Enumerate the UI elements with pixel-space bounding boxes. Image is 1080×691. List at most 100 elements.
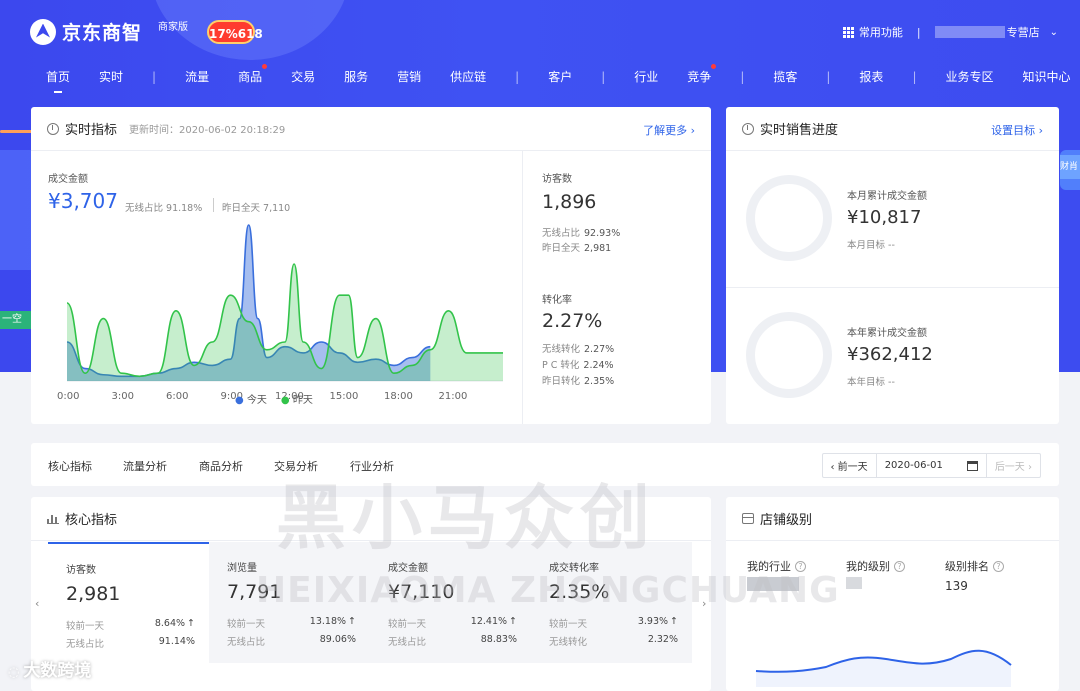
x-tick-label: 15:00 — [330, 391, 359, 402]
visitors-yesterday: 昨日全天 2,981 — [542, 243, 612, 254]
tab-product-analysis[interactable]: 商品分析 — [199, 458, 243, 474]
rank-label: 级别排名 — [945, 560, 989, 573]
common-functions-link[interactable]: 常用功能 — [859, 24, 903, 40]
prev-metrics-arrow[interactable]: ‹ — [35, 597, 39, 610]
side-tab-left[interactable]: 一空 — [0, 311, 31, 329]
nav-item[interactable]: 实时 — [99, 68, 123, 85]
metric-row-label: 无线占比 — [388, 637, 427, 648]
metric-tile[interactable]: 访客数 2,981 较前一天 8.64% ↑ 无线占比 91.14% — [48, 542, 209, 663]
date-field[interactable]: 2020-06-01 — [877, 454, 987, 477]
realtime-trend-chart[interactable]: 0:00 3:00 6:00 9:00 12:00 15:00 18:00 21:00 — [53, 217, 513, 417]
clock-icon — [47, 122, 59, 135]
bar-chart-icon — [47, 513, 59, 524]
help-icon[interactable]: ? — [795, 561, 806, 572]
next-day-button[interactable]: 后一天 › — [987, 454, 1040, 477]
metric-tile[interactable]: 成交转化率 2.35% 较前一天 3.93% ↑ 无线转化 2.32% — [531, 542, 692, 663]
divider: | — [916, 25, 921, 39]
shop-name-suffix[interactable]: 专营店 — [1007, 24, 1040, 40]
metric-tile[interactable]: 成交金额 ¥7,110 较前一天 12.41% ↑ 无线占比 88.83% — [370, 542, 531, 663]
nav-item[interactable]: 竞争 — [687, 64, 717, 85]
legend-today[interactable]: ● 今天 — [235, 391, 267, 406]
conversion-yesterday: 昨日转化 2.35% — [542, 376, 615, 387]
metric-value: 2,981 — [66, 583, 121, 605]
legend-yesterday[interactable]: ● 昨天 — [281, 391, 313, 406]
metric-row-value: 89.06% — [319, 634, 356, 645]
nav-divider: | — [826, 69, 831, 84]
nav-item[interactable]: 供应链 — [450, 68, 486, 85]
next-metrics-arrow[interactable]: › — [702, 597, 706, 610]
nav-item[interactable]: 服务 — [344, 68, 368, 85]
set-goal-link[interactable]: 设置目标 › — [991, 122, 1043, 138]
learn-more-link[interactable]: 了解更多 › — [643, 122, 695, 138]
calendar-icon[interactable] — [966, 460, 978, 471]
gmv-label: 成交金额 — [48, 174, 88, 185]
metric-row-value: 8.64% ↑ — [154, 618, 195, 629]
card-title: 店铺级别 — [760, 513, 813, 528]
month-progress: 本月累计成交金额 ¥10,817 本月目标 -- — [726, 151, 1059, 287]
metric-tile[interactable]: 浏览量 7,791 较前一天 13.18% ↑ 无线占比 89.06% — [209, 542, 370, 663]
tab-traffic-analysis[interactable]: 流量分析 — [123, 458, 167, 474]
year-progress: 本年累计成交金额 ¥362,412 本年目标 -- — [726, 288, 1059, 424]
up-arrow-icon: ↑ — [509, 616, 517, 627]
metric-value: 7,791 — [227, 581, 282, 603]
target-icon — [742, 122, 754, 135]
main-nav: 首页 实时 | 流量 商品 交易 服务 营销 供应链 | 客户 | 行业 竞争 | 揽客 | 报表 | 业务专区 知识中… — [46, 64, 1080, 93]
metric-label: 浏览量 — [227, 563, 257, 574]
notification-dot — [262, 64, 268, 69]
nav-item[interactable]: 交易 — [291, 68, 315, 85]
up-arrow-icon: ↑ — [187, 618, 195, 629]
metric-row-label: 较前一天 — [388, 619, 427, 630]
metric-change-row: 较前一天 3.93% ↑ — [549, 616, 678, 630]
nav-item[interactable]: 知识中心 — [1023, 68, 1071, 85]
nav-item[interactable]: 业务专区 — [945, 68, 993, 85]
nav-item[interactable]: 揽客 — [773, 68, 797, 85]
nav-divider: | — [601, 69, 606, 84]
x-tick-label: 3:00 — [112, 391, 134, 402]
nav-item[interactable]: 营销 — [397, 68, 421, 85]
metric-row-value: 88.83% — [480, 634, 517, 645]
nav-item[interactable]: 流量 — [185, 68, 209, 85]
nav-divider: | — [912, 69, 917, 84]
promo-618-badge[interactable]: 17%618 — [207, 20, 263, 44]
metric-row-label: 无线转化 — [549, 637, 588, 648]
metric-row-label: 较前一天 — [549, 619, 588, 630]
level-rank: 级别排名? — [945, 558, 1004, 574]
help-icon[interactable]: ? — [993, 561, 1004, 572]
notification-dot — [711, 64, 717, 69]
level-trend-chart — [755, 649, 1012, 687]
side-tab-right[interactable]: 财肖 — [1060, 155, 1080, 179]
card-title: 核心指标 — [65, 513, 118, 528]
card-header: 实时销售进度 设置目标 › — [726, 107, 1059, 151]
gmv-wireless-share: 无线占比 91.18% — [125, 203, 203, 214]
header-tools: 常用功能 | 专营店 ⌄ — [842, 24, 1058, 40]
year-target: 本年目标 -- — [847, 377, 895, 388]
card-header: 实时指标 更新时间：2020-06-02 20:18:29 了解更多 › — [31, 107, 711, 151]
nav-divider: | — [515, 69, 520, 84]
nav-item[interactable]: 首页 — [46, 68, 70, 93]
tab-core-metrics[interactable]: 核心指标 — [48, 458, 92, 474]
prev-day-button[interactable]: ‹ 前一天 — [823, 454, 877, 477]
month-target: 本月目标 -- — [847, 240, 895, 251]
metric-change-row: 较前一天 8.64% ↑ — [66, 618, 195, 632]
month-value: ¥10,817 — [847, 207, 922, 228]
nav-divider: | — [740, 69, 745, 84]
tab-industry-analysis[interactable]: 行业分析 — [350, 458, 394, 474]
nav-item[interactable]: 报表 — [859, 68, 883, 85]
my-level: 我的级别? — [846, 558, 905, 574]
gmv-value: ¥3,707 — [48, 189, 118, 213]
metric-change-row: 较前一天 12.41% ↑ — [388, 616, 517, 630]
nav-item[interactable]: 商品 — [238, 64, 268, 85]
metric-label: 成交转化率 — [549, 563, 599, 574]
card-header: 店铺级别 — [726, 497, 1059, 541]
date-picker: ‹ 前一天 2020-06-01 后一天 › — [821, 453, 1041, 478]
help-icon[interactable]: ? — [894, 561, 905, 572]
nav-item[interactable]: 行业 — [634, 68, 658, 85]
shop-name-redacted — [934, 26, 1005, 38]
x-tick-label: 18:00 — [384, 391, 413, 402]
card-title: 实时指标 — [65, 123, 118, 138]
chevron-down-icon[interactable]: ⌄ — [1050, 27, 1058, 38]
logo[interactable]: 京东商智 — [30, 18, 142, 45]
decor-stripe — [0, 130, 35, 133]
nav-item[interactable]: 客户 — [548, 68, 572, 85]
tab-transaction-analysis[interactable]: 交易分析 — [274, 458, 318, 474]
